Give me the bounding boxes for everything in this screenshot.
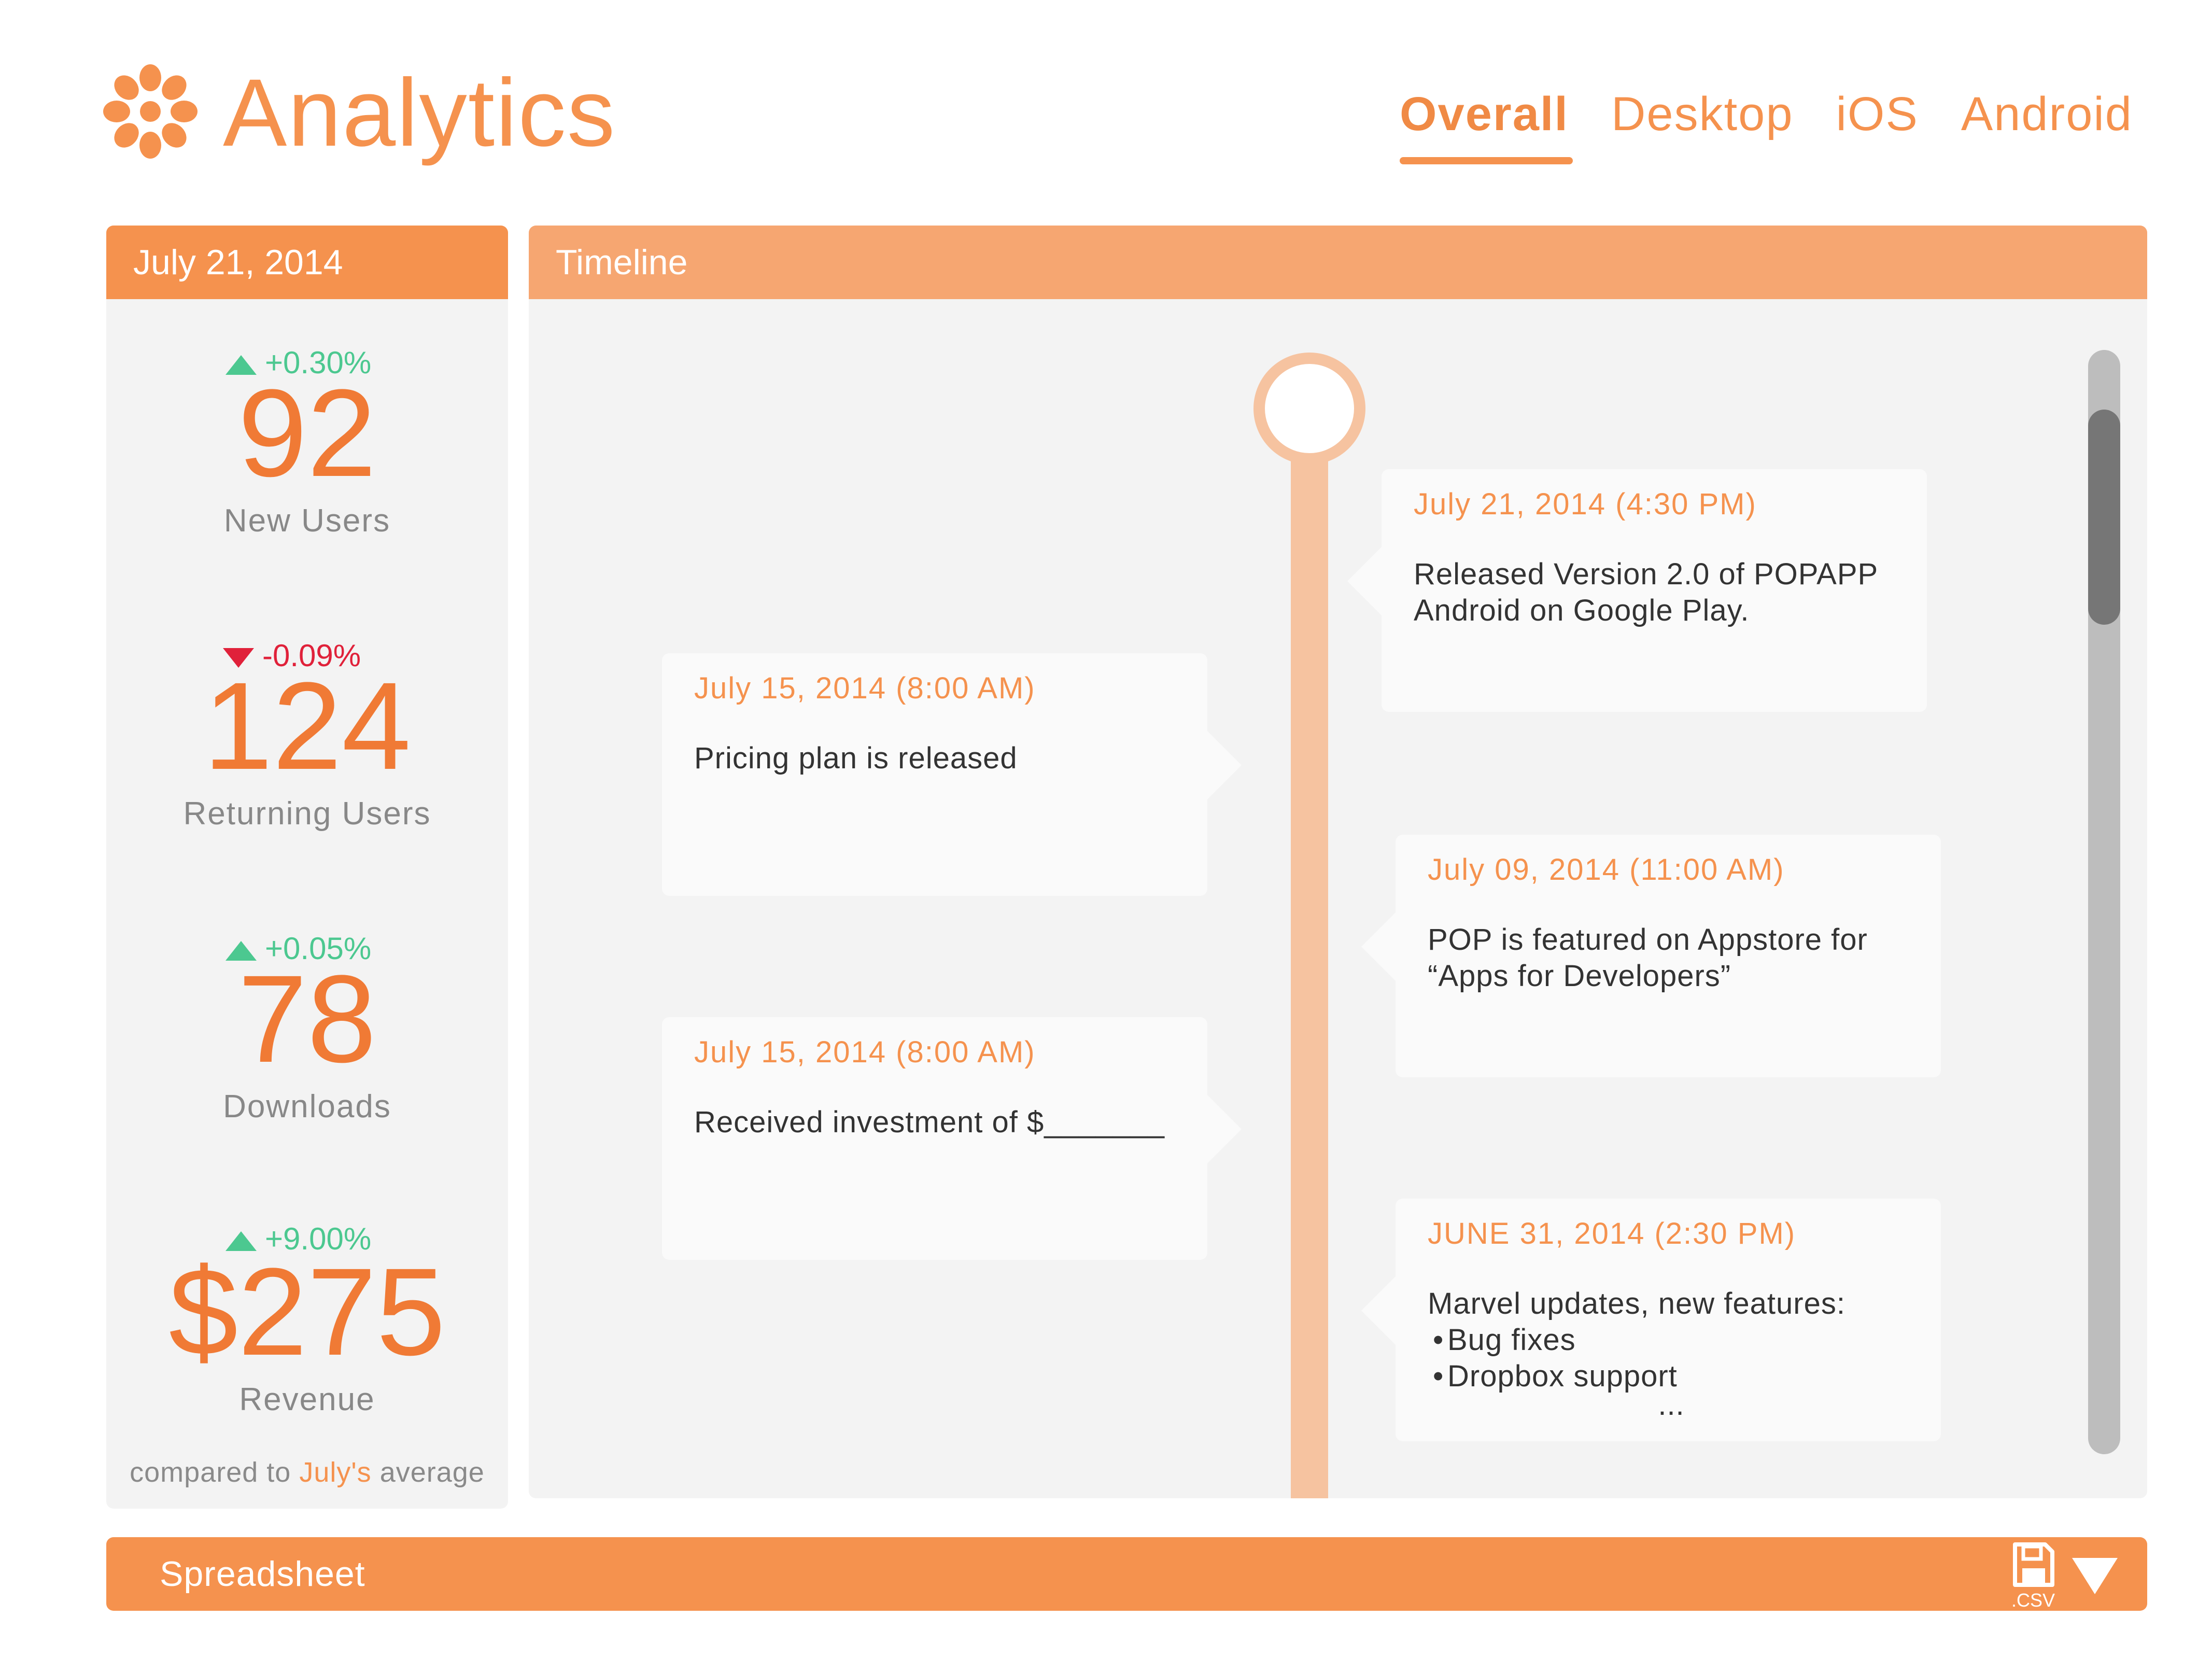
feature-list-item: Dropbox support (1428, 1358, 1915, 1395)
stat-label: Returning Users (183, 796, 431, 832)
card-pointer (1361, 912, 1396, 981)
tab-desktop[interactable]: Desktop (1611, 86, 1794, 153)
event-date: JUNE 31, 2014 (2:30 PM) (1428, 1217, 1796, 1250)
event-description: Released Version 2.0 of POPAPP Android o… (1414, 557, 1879, 627)
stat-value: 78 (238, 949, 376, 1088)
stat-value: 92 (238, 363, 376, 502)
timeline-event-card[interactable]: July 15, 2014 (8:00 AM) Pricing plan is … (662, 653, 1242, 896)
feature-list-item: Bug fixes (1428, 1322, 1915, 1358)
scrollbar-thumb[interactable] (2088, 410, 2120, 625)
tab-ios[interactable]: iOS (1836, 86, 1918, 153)
export-csv-button[interactable]: .CSV (2005, 1542, 2062, 1611)
timeline-start-node (1253, 353, 1365, 465)
event-date: July 15, 2014 (8:00 AM) (694, 671, 1036, 705)
triangle-down-icon[interactable] (2072, 1558, 2118, 1594)
platform-tabs: Overall Desktop iOS Android (1400, 86, 2133, 164)
stat-downloads: +0.05% 78 Downloads (106, 928, 508, 1124)
tab-overall[interactable]: Overall (1400, 86, 1573, 164)
timeline-header: Timeline (529, 226, 2147, 299)
timeline-axis (1291, 433, 1328, 1498)
card-pointer (1347, 547, 1382, 615)
comparison-note: compared to July's average (130, 1457, 485, 1488)
event-description: Pricing plan is released (694, 741, 1018, 775)
stat-new-users: +0.30% 92 New Users (106, 342, 508, 539)
more-ellipsis: ... (1658, 1388, 1685, 1422)
event-description: POP is featured on Appstore for “Apps fo… (1428, 923, 1868, 993)
event-description: Received investment of $_______ (694, 1105, 1165, 1139)
card-pointer (1207, 731, 1242, 799)
card-pointer (1361, 1276, 1396, 1345)
spreadsheet-label: Spreadsheet (160, 1554, 365, 1594)
timeline-event-card[interactable]: July 21, 2014 (4:30 PM) Released Version… (1347, 469, 1927, 712)
stat-returning-users: -0.09% 124 Returning Users (106, 635, 508, 832)
timeline-event-card[interactable]: JUNE 31, 2014 (2:30 PM) Marvel updates, … (1361, 1199, 1941, 1441)
csv-label: .CSV (2011, 1590, 2055, 1611)
stats-panel: July 21, 2014 +0.30% 92 New Users -0.09%… (106, 226, 508, 1509)
stat-revenue: +9.00% $275 Revenue (106, 1218, 508, 1417)
feature-list: Bug fixes Dropbox support (1428, 1322, 1915, 1395)
event-date: July 15, 2014 (8:00 AM) (694, 1035, 1036, 1069)
timeline-panel: Timeline July 21, 2014 (4:30 PM) Release… (529, 226, 2147, 1498)
logo-asterisk-icon (103, 64, 198, 159)
stats-date-header: July 21, 2014 (106, 226, 508, 299)
stat-value: $275 (168, 1242, 446, 1381)
event-date: July 21, 2014 (4:30 PM) (1414, 487, 1757, 521)
stat-value: 124 (203, 656, 411, 795)
app-title: Analytics (223, 60, 616, 166)
comparison-month: July's (299, 1457, 372, 1488)
stat-label: Revenue (239, 1382, 375, 1417)
timeline-event-card[interactable]: July 15, 2014 (8:00 AM) Received investm… (662, 1017, 1242, 1260)
tab-android[interactable]: Android (1961, 86, 2133, 153)
event-date: July 09, 2014 (11:00 AM) (1428, 853, 1785, 887)
spreadsheet-bar[interactable]: Spreadsheet .CSV (106, 1537, 2147, 1611)
card-pointer (1207, 1095, 1242, 1163)
event-description: Marvel updates, new features: Bug fixes … (1428, 1286, 1915, 1422)
timeline-scrollbar[interactable] (2088, 350, 2120, 1454)
stat-label: Downloads (223, 1089, 391, 1124)
stat-label: New Users (223, 503, 391, 539)
timeline-event-card[interactable]: July 09, 2014 (11:00 AM) POP is featured… (1361, 835, 1941, 1077)
floppy-disk-icon (2013, 1542, 2054, 1587)
